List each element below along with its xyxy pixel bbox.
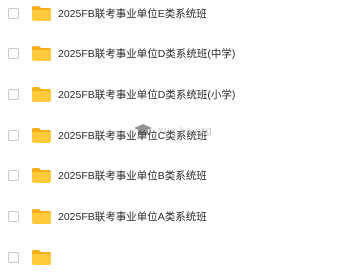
file-name[interactable]: 2025FB联考事业单位E类系统班 (58, 6, 207, 21)
file-name[interactable]: 2025FB联考事业单位D类系统班(小学) (58, 87, 235, 102)
file-name[interactable]: 2025FB联考事业单位A类系统班 (58, 209, 207, 224)
row-checkbox[interactable] (8, 169, 19, 181)
file-row[interactable]: 2025FB联考事业单位A类系统班 (0, 196, 340, 236)
file-row[interactable]: 2025FB联考事业单位E类系统班 (0, 0, 340, 33)
folder-icon (32, 208, 51, 224)
row-checkbox[interactable] (8, 210, 19, 222)
folder-icon (32, 167, 51, 183)
folder-icon (32, 249, 51, 265)
row-checkbox[interactable] (8, 7, 19, 19)
row-checkbox[interactable] (8, 88, 19, 100)
file-name[interactable]: 2025FB联考事业单位D类系统班(中学) (58, 46, 235, 61)
folder-icon (32, 86, 51, 102)
folder-icon (32, 45, 51, 61)
file-row[interactable]: 2025FB联考事业单位D类系统班(中学) (0, 33, 340, 73)
row-checkbox[interactable] (8, 47, 19, 59)
file-name[interactable]: 2025FB联考事业单位C类系统班 (58, 128, 207, 143)
folder-icon (32, 5, 51, 21)
file-row[interactable]: 2025FB联考事业单位D类系统班(小学) (0, 74, 340, 114)
file-row[interactable]: 2025FB联考事业单位B类系统班 (0, 155, 340, 195)
row-checkbox[interactable] (8, 129, 19, 141)
file-name[interactable]: 2025FB联考事业单位B类系统班 (58, 168, 207, 183)
row-checkbox[interactable] (8, 251, 19, 263)
file-row[interactable]: 2025FB联考事业单位C类系统班 (0, 115, 340, 155)
file-row[interactable] (0, 237, 340, 277)
folder-icon (32, 127, 51, 143)
